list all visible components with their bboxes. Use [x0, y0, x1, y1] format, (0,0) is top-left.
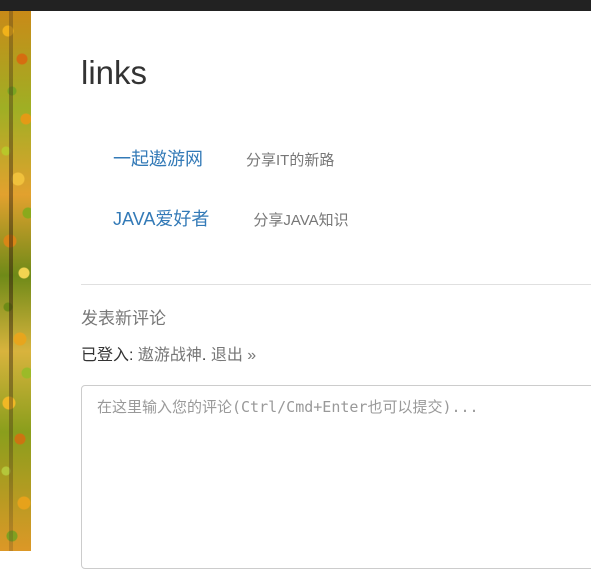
- autumn-foliage-image: [0, 11, 31, 551]
- link-yiqi-aoyou[interactable]: 一起遨游网: [113, 145, 203, 171]
- logout-link[interactable]: 退出 »: [211, 347, 256, 364]
- link-list-item: JAVA爱好者 分享JAVA知识: [113, 205, 349, 233]
- username-link[interactable]: 遨游战神: [138, 347, 202, 364]
- link-list-item: 一起遨游网 分享IT的新路: [113, 145, 334, 173]
- top-navigation-bar: [0, 0, 591, 11]
- comment-box: [81, 385, 591, 569]
- login-status: 已登入: 遨游战神. 退出 »: [81, 344, 256, 368]
- main-content: links 一起遨游网 分享IT的新路 JAVA爱好者 分享JAVA知识 发表新…: [31, 11, 591, 569]
- comment-textarea[interactable]: [82, 386, 591, 568]
- link-java-fans[interactable]: JAVA爱好者: [113, 205, 209, 231]
- comment-section-heading: 发表新评论: [81, 309, 166, 328]
- page-title: links: [81, 54, 148, 91]
- link-description: 分享IT的新路: [246, 152, 335, 169]
- login-separator: .: [201, 347, 211, 364]
- logged-in-label: 已登入:: [81, 347, 138, 364]
- link-description: 分享JAVA知识: [253, 212, 349, 229]
- section-divider: [81, 284, 591, 285]
